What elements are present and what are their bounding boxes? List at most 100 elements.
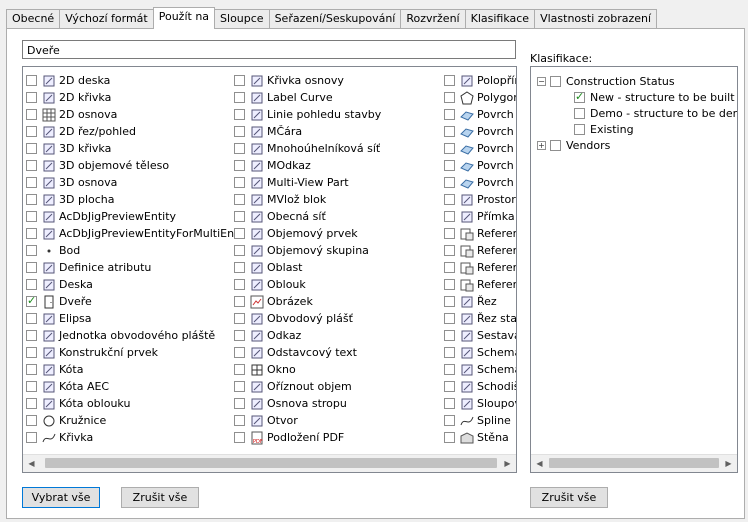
item-checkbox[interactable] (234, 415, 245, 426)
tree-node-vendors[interactable]: + Vendors (537, 137, 610, 153)
item-checkbox[interactable] (26, 160, 37, 171)
list-item[interactable]: Spline (444, 412, 516, 429)
list-item[interactable]: 2D křivka (26, 89, 244, 106)
list-item[interactable]: Osnova stropu (234, 395, 381, 412)
scroll-right-arrow-icon[interactable]: ▶ (720, 455, 737, 472)
item-checkbox[interactable] (234, 92, 245, 103)
list-item[interactable]: Definice atributu (26, 259, 244, 276)
tab-6[interactable]: Rozvržení (400, 9, 466, 29)
list-item[interactable]: 3D plocha (26, 191, 244, 208)
item-checkbox[interactable] (234, 313, 245, 324)
list-item[interactable]: 3D křivka (26, 140, 244, 157)
list-item[interactable]: Kóta AEC (26, 378, 244, 395)
list-item[interactable]: Referen (444, 225, 516, 242)
item-checkbox[interactable] (444, 228, 455, 239)
item-checkbox[interactable] (444, 177, 455, 188)
list-item[interactable]: 3D objemové těleso (26, 157, 244, 174)
tab-7[interactable]: Klasifikace (464, 9, 536, 29)
item-checkbox[interactable] (444, 364, 455, 375)
item-checkbox[interactable] (444, 75, 455, 86)
list-item[interactable]: Sestava (444, 327, 516, 344)
collapse-icon[interactable]: − (537, 76, 546, 86)
list-item[interactable]: Kružnice (26, 412, 244, 429)
list-item[interactable]: Referen (444, 259, 516, 276)
list-item[interactable]: Křivka osnovy (234, 72, 381, 89)
tree-checkbox[interactable] (574, 90, 585, 103)
list-item[interactable]: Odstavcový text (234, 344, 381, 361)
list-item[interactable]: Obecná síť (234, 208, 381, 225)
tree-node-child-2[interactable]: Demo - structure to be demolis (574, 105, 737, 121)
list-item[interactable]: Řez stav (444, 310, 516, 327)
clear-all-button[interactable]: Zrušit vše (121, 487, 199, 508)
filter-input[interactable]: Dveře (22, 40, 516, 59)
item-checkbox[interactable] (444, 296, 455, 307)
item-checkbox[interactable] (444, 279, 455, 290)
item-checkbox[interactable] (444, 143, 455, 154)
item-checkbox[interactable] (444, 92, 455, 103)
list-item[interactable]: Kóta oblouku (26, 395, 244, 412)
list-item[interactable]: Polygon (444, 89, 516, 106)
tab-5[interactable]: Seřazení/Seskupování (268, 9, 402, 29)
item-checkbox[interactable] (234, 126, 245, 137)
item-checkbox[interactable] (26, 228, 37, 239)
scroll-right-arrow-icon[interactable]: ▶ (499, 455, 516, 472)
item-checkbox[interactable] (26, 75, 37, 86)
item-checkbox[interactable] (444, 245, 455, 256)
item-checkbox[interactable] (444, 126, 455, 137)
list-item[interactable]: Dveře (26, 293, 244, 310)
item-checkbox[interactable] (26, 177, 37, 188)
list-item[interactable]: 3D osnova (26, 174, 244, 191)
item-checkbox[interactable] (234, 194, 245, 205)
item-checkbox[interactable] (234, 177, 245, 188)
item-checkbox[interactable] (444, 194, 455, 205)
item-checkbox[interactable] (234, 296, 245, 307)
list-item[interactable]: Multi-View Part (234, 174, 381, 191)
item-checkbox[interactable] (26, 294, 37, 307)
tree-checkbox[interactable] (574, 107, 585, 119)
item-checkbox[interactable] (26, 211, 37, 222)
item-checkbox[interactable] (234, 347, 245, 358)
item-checkbox[interactable] (26, 194, 37, 205)
item-checkbox[interactable] (444, 347, 455, 358)
item-checkbox[interactable] (444, 160, 455, 171)
item-checkbox[interactable] (444, 109, 455, 120)
list-item[interactable]: Obrázek (234, 293, 381, 310)
item-checkbox[interactable] (444, 381, 455, 392)
item-checkbox[interactable] (26, 313, 37, 324)
list-item[interactable]: Jednotka obvodového pláště (26, 327, 244, 344)
list-item[interactable]: Povrch (444, 174, 516, 191)
list-horizontal-scrollbar[interactable]: ◀ ▶ (23, 454, 516, 472)
list-item[interactable]: Konstrukční prvek (26, 344, 244, 361)
list-item[interactable]: Referen (444, 242, 516, 259)
item-checkbox[interactable] (26, 126, 37, 137)
list-item[interactable]: Povrch (444, 157, 516, 174)
item-checkbox[interactable] (234, 211, 245, 222)
item-checkbox[interactable] (26, 92, 37, 103)
item-checkbox[interactable] (26, 330, 37, 341)
list-item[interactable]: MVlož blok (234, 191, 381, 208)
list-item[interactable]: Mnohoúhelníková síť (234, 140, 381, 157)
list-item[interactable]: 2D deska (26, 72, 244, 89)
item-checkbox[interactable] (234, 330, 245, 341)
list-item[interactable]: Schodiš (444, 378, 516, 395)
item-checkbox[interactable] (26, 262, 37, 273)
clear-all-classification-button[interactable]: Zrušit vše (530, 487, 608, 508)
item-checkbox[interactable] (234, 75, 245, 86)
list-item[interactable]: Oříznout objem (234, 378, 381, 395)
list-item[interactable]: Objemový prvek (234, 225, 381, 242)
tree-node-child-3[interactable]: Existing (574, 121, 634, 137)
tree-checkbox[interactable] (574, 123, 585, 135)
scroll-left-arrow-icon[interactable]: ◀ (23, 455, 40, 472)
tab-3[interactable]: Použít na (152, 7, 216, 29)
list-item[interactable]: Okno (234, 361, 381, 378)
list-item[interactable]: Label Curve (234, 89, 381, 106)
scroll-thumb[interactable] (45, 458, 497, 468)
item-checkbox[interactable] (26, 398, 37, 409)
list-item[interactable]: Odkaz (234, 327, 381, 344)
list-item[interactable]: Elipsa (26, 310, 244, 327)
item-checkbox[interactable] (444, 398, 455, 409)
item-checkbox[interactable] (444, 432, 455, 443)
list-item[interactable]: Řez (444, 293, 516, 310)
list-item[interactable]: AcDbJigPreviewEntityForMultiEnts (26, 225, 244, 242)
list-item[interactable]: Bod (26, 242, 244, 259)
